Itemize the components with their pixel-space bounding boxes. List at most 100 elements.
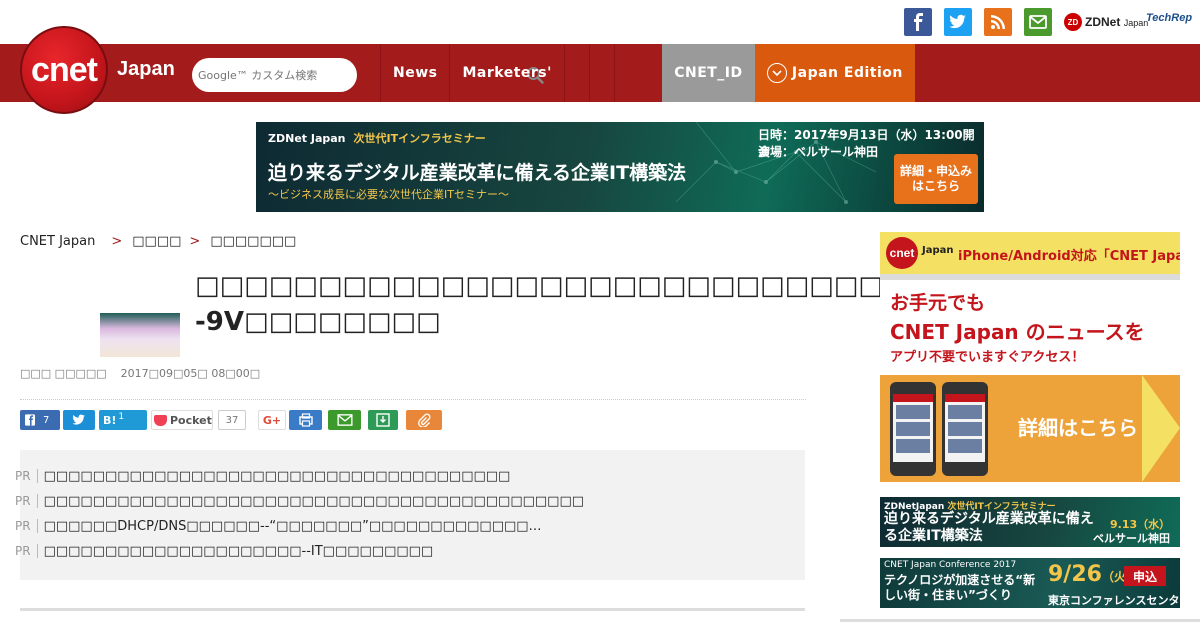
cnet-logo-text: cnet [31,50,98,89]
pr-item[interactable]: PR □□□□□□□□□□□□□□□□□□□□□--IT□□□□□□□□□ [15,541,772,561]
utility-bar: ZD ZDNet Japan TechRep [0,0,1200,44]
pocket-label: Pocket [170,413,212,427]
author[interactable]: □□□ □□□□□ [20,367,107,380]
techrepublic-logo-text: TechRep [1146,12,1193,24]
zdnet-logo-sub: Japan [1123,18,1149,28]
facebook-share-count: 7 [43,414,50,426]
nav-item-empty-1[interactable] [563,44,589,102]
pr-tag: PR [15,469,38,483]
main-nav: News Marketers' CNET_ID Japan Edition [380,44,915,102]
byline: □□□ □□□□□ 2017□09□05□ 08□00□ [20,367,260,380]
breadcrumb: CNET Japan > □□□□ > □□□□□□□ [20,234,296,249]
mail-icon [336,414,353,426]
techrepublic-logo-link[interactable]: TechRep [1146,12,1192,24]
edition-label: Japan Edition [791,65,903,81]
pr-tag: PR [15,544,38,558]
ad-brand: ZDNet Japan 次世代ITインフラセミナー [268,132,486,145]
search-input[interactable] [198,65,328,85]
seminar-ad-venue: ベルサール神田 [1093,532,1170,545]
mail-link[interactable] [1024,8,1052,36]
cnet-id-button[interactable]: CNET_ID [661,44,755,102]
ad-headline: 迫り来るデジタル産業改革に備える企業IT構築法 [268,162,687,184]
divider [20,399,806,400]
twitter-share-button[interactable] [63,410,95,430]
clip-button[interactable] [406,410,442,430]
save-button[interactable] [368,410,398,430]
nav-item-marketers[interactable]: Marketers' [449,44,563,102]
conference-venue: 東京コンファレンスセンター [1048,594,1180,607]
pr-item-text: □□□□□□□□□□□□□□□□□□□□□□□□□□□□□□□□□□□□□□ [43,468,511,484]
cnet-logo-small-suffix: Japan [922,245,954,256]
phone-image [942,382,988,476]
breadcrumb-level1[interactable]: □□□□ [132,234,181,249]
facebook-link[interactable] [904,8,932,36]
mail-icon [1029,15,1047,29]
google-plus-button[interactable]: G+ [258,410,286,430]
chevron-down-icon [766,63,787,83]
top-banner-ad[interactable]: ZDNet Japan 次世代ITインフラセミナー 迫り来るデジタル産業改革に備え… [256,122,984,212]
nav-item-empty-3[interactable] [613,44,639,102]
pr-tag: PR [15,494,38,508]
edition-selector[interactable]: Japan Edition [754,44,915,102]
pr-item[interactable]: PR □□□□□□□□□□□□□□□□□□□□□□□□□□□□□□□□□□□□□□… [15,491,772,511]
facebook-share-button[interactable]: 7 [20,410,60,430]
facebook-icon [914,13,923,31]
ad-subtitle: 〜ビジネス成長に必要な次世代企業ITセミナー〜 [268,188,509,201]
pocket-count: 37 [218,410,246,430]
ad-series: 次世代ITインフラセミナー [353,132,486,145]
ad-cta-button[interactable]: 詳細・申込み はこちら [894,154,978,204]
pr-item-text: □□□□□□□□□□□□□□□□□□□□□□□□□□□□□□□□□□□□□□□□… [43,493,585,509]
breadcrumb-separator: > [189,234,201,249]
twitter-link[interactable] [944,8,972,36]
sidebar-app-ad[interactable]: cnet Japan iPhone/Android対応「CNET Japan」 … [880,232,1180,482]
print-button[interactable] [289,410,322,430]
publish-date: 2017□09□05□ 08□00□ [120,367,261,380]
nav-item-news[interactable]: News [380,44,449,102]
conference-apply-button[interactable]: 申込 [1124,566,1166,586]
zdnet-logo-text: ZDNet [1085,15,1121,29]
hatena-label: B! [103,413,117,427]
print-icon [298,413,313,427]
pr-item[interactable]: PR □□□□□□□□□□□□□□□□□□□□□□□□□□□□□□□□□□□□□□ [15,466,772,486]
search-box [192,58,544,92]
pocket-button[interactable]: Pocket [151,410,213,430]
rss-icon [991,15,1005,29]
ad-venue: 会場：ベルサール神田 [758,145,879,159]
article-thumbnail [100,313,180,357]
nav-item-empty-2[interactable] [588,44,614,102]
arrow-right-icon [1142,375,1180,482]
pr-tag: PR [15,519,38,533]
breadcrumb-level2[interactable]: □□□□□□□ [210,234,296,249]
zdnet-logo-mark: ZD [1064,13,1082,31]
cnet-logo-suffix: Japan [117,58,175,80]
app-ad-line2: CNET Japan のニュースを [890,320,1145,344]
cnet-logo[interactable]: cnet [20,26,108,114]
conference-name: CNET Japan Conference 2017 [884,560,1017,570]
download-icon [376,413,390,427]
sidebar-conference-ad[interactable]: CNET Japan Conference 2017 テクノロジが加速させる“新… [880,558,1180,608]
pocket-icon [154,414,167,426]
mail-share-button[interactable] [328,410,361,430]
app-ad-line1: お手元でも [890,292,986,314]
zdnet-logo-link[interactable]: ZD ZDNet Japan [1064,10,1148,34]
pr-item-text: □□□□□□DHCP/DNS□□□□□□--“□□□□□□□”□□□□□□□□□… [43,518,542,534]
cnet-logo-small: cnet [886,237,918,269]
breadcrumb-home[interactable]: CNET Japan [20,234,95,249]
twitter-icon [949,14,966,29]
phone-image [890,382,936,476]
hatena-bookmark-button[interactable]: B! 1 [99,410,147,430]
sidebar-seminar-ad[interactable]: ZDNetJapan 次世代ITインフラセミナー 迫り来るデジタル産業改革に備え… [880,497,1180,547]
rss-link[interactable] [984,8,1012,36]
pr-item-text: □□□□□□□□□□□□□□□□□□□□□--IT□□□□□□□□□ [43,543,434,559]
section-divider [20,608,805,611]
pr-item[interactable]: PR □□□□□□DHCP/DNS□□□□□□--“□□□□□□□”□□□□□□□… [15,516,772,536]
twitter-icon [72,414,85,425]
facebook-icon [25,414,35,426]
paperclip-icon [418,413,431,427]
article-title: □□□□□□□□□□□□□□□□□□□□□□□□□□□□□□□□--9V□□□□… [195,271,992,337]
app-ad-stripe [880,274,1180,280]
app-ad-line3: アプリ不要でいますぐアクセス！ [890,350,1085,365]
breadcrumb-separator: > [111,234,123,249]
sidebar-divider [840,619,1200,622]
app-ad-cta: 詳細はこちら [1018,416,1138,440]
